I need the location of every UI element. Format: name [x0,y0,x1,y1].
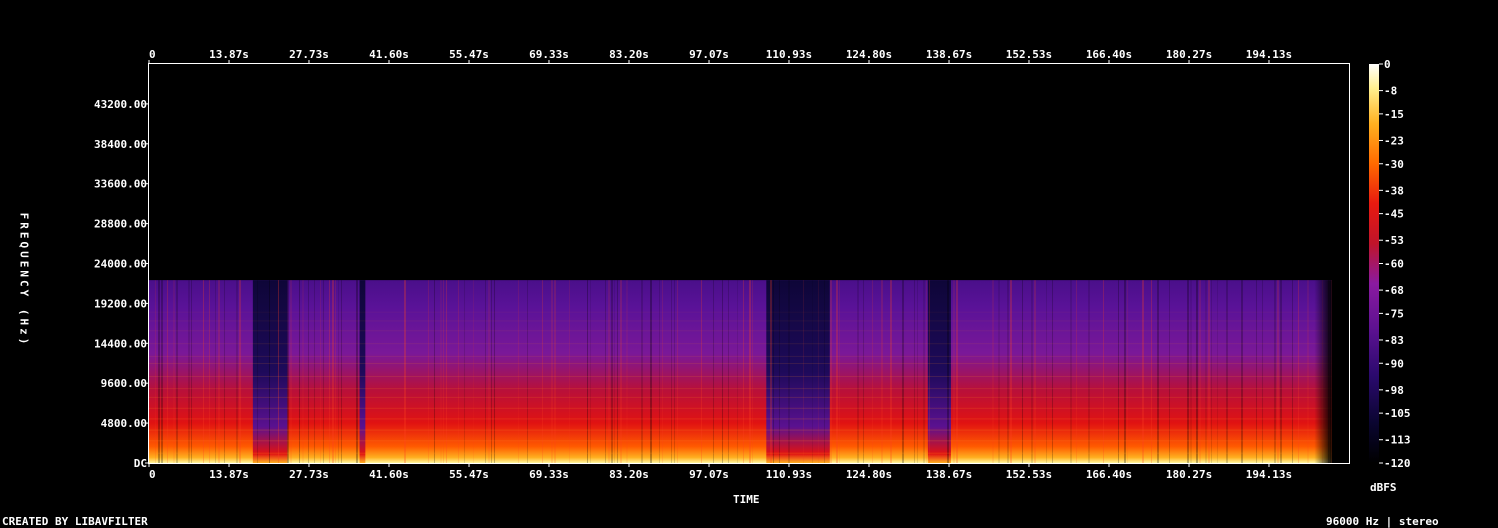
spectrogram-chart: 0 0 13.87s 13.87s 27.73s 27.73s 41.60s 41.60s 55… [94,48,1411,481]
plot-area [149,280,1332,463]
x-tick-label-top: 124.80s [846,48,892,61]
spectrogram-quiet-segment [359,280,366,463]
x-tick-label-bottom: 41.60s [369,468,409,481]
x-tick-label-bottom: 152.53s [1006,468,1052,481]
colorbar-tick-label: -83 [1384,334,1404,347]
x-tick-label-bottom: 124.80s [846,468,892,481]
y-tick-label: 38400.00 [94,138,147,151]
x-tick-label-bottom: 166.40s [1086,468,1132,481]
y-tick-label: 43200.00 [94,98,147,111]
y-tick-label: 24000.00 [94,258,147,271]
x-tick-label-bottom: 180.27s [1166,468,1212,481]
x-tick-label-top: 194.13s [1246,48,1292,61]
x-tick-label-top: 83.20s [609,48,649,61]
footer-sample-info: 96000 Hz | stereo [1326,515,1439,528]
spectrogram-root: 0 0 13.87s 13.87s 27.73s 27.73s 41.60s 41.60s 55… [0,0,1498,528]
x-tick-label-top: 110.93s [766,48,812,61]
colorbar: 0 -8 -15 -23 -30 -38 -45 -53 -60 -68 -75 -83 -90 -98 -… [1369,58,1411,470]
colorbar-tick-label: -60 [1384,258,1404,271]
x-tick-label-top: 69.33s [529,48,569,61]
colorbar-tick-label: -113 [1384,434,1411,447]
spectrogram-energy [149,280,1332,463]
x-tick-label-bottom: 138.67s [926,468,972,481]
y-tick-label: DC [134,457,147,470]
colorbar-tick-label: -45 [1384,208,1404,221]
colorbar-tick-label: -53 [1384,234,1404,247]
colorbar-tick-label: -15 [1384,108,1404,121]
x-tick-label-top: 152.53s [1006,48,1052,61]
x-tick-label-bottom: 0 [149,468,156,481]
x-tick-label-bottom: 55.47s [449,468,489,481]
colorbar-tick-label: -23 [1384,134,1404,147]
colorbar-tick-label: -75 [1384,307,1404,320]
x-tick-label-top: 180.27s [1166,48,1212,61]
footer-credit: CREATED BY LIBAVFILTER [2,515,148,528]
x-tick-label-top: 0 [149,48,156,61]
x-tick-label-top: 138.67s [926,48,972,61]
x-axis-label: TIME [733,493,760,506]
colorbar-tick-label: -98 [1384,384,1404,397]
spectrogram-quiet-segment [766,280,830,463]
x-tick-label-bottom: 194.13s [1246,468,1292,481]
x-tick-label-top: 55.47s [449,48,489,61]
colorbar-tick-label: -8 [1384,85,1397,98]
colorbar-gradient [1369,64,1379,463]
colorbar-tick-label: -30 [1384,158,1404,171]
x-tick-label-bottom: 110.93s [766,468,812,481]
y-tick-label: 33600.00 [94,178,147,191]
x-tick-label-bottom: 83.20s [609,468,649,481]
x-tick-label-bottom: 69.33s [529,468,569,481]
colorbar-unit-label: dBFS [1370,481,1397,494]
y-tick-label: 28800.00 [94,218,147,231]
colorbar-tick-label: -105 [1384,407,1411,420]
spectrogram-fadeout [1314,280,1332,463]
colorbar-tick-label: -90 [1384,357,1404,370]
colorbar-tick-label: 0 [1384,58,1391,71]
x-tick-label-top: 97.07s [689,48,729,61]
spectrogram-quiet-segment [252,280,288,463]
x-tick-label-bottom: 13.87s [209,468,249,481]
x-tick-label-bottom: 27.73s [289,468,329,481]
y-tick-label: 19200.00 [94,297,147,310]
x-tick-label-top: 166.40s [1086,48,1132,61]
y-tick-label: 14400.00 [94,337,147,350]
x-tick-label-top: 41.60s [369,48,409,61]
x-tick-label-bottom: 97.07s [689,468,729,481]
y-axis-label: FREQUENCY (Hz) [17,212,31,348]
x-tick-label-top: 13.87s [209,48,249,61]
y-tick-label: 9600.00 [101,377,147,390]
colorbar-tick-label: -38 [1384,184,1404,197]
colorbar-tick-label: -68 [1384,284,1404,297]
y-tick-label: 4800.00 [101,417,147,430]
colorbar-tick-label: -120 [1384,457,1411,470]
x-tick-label-top: 27.73s [289,48,329,61]
